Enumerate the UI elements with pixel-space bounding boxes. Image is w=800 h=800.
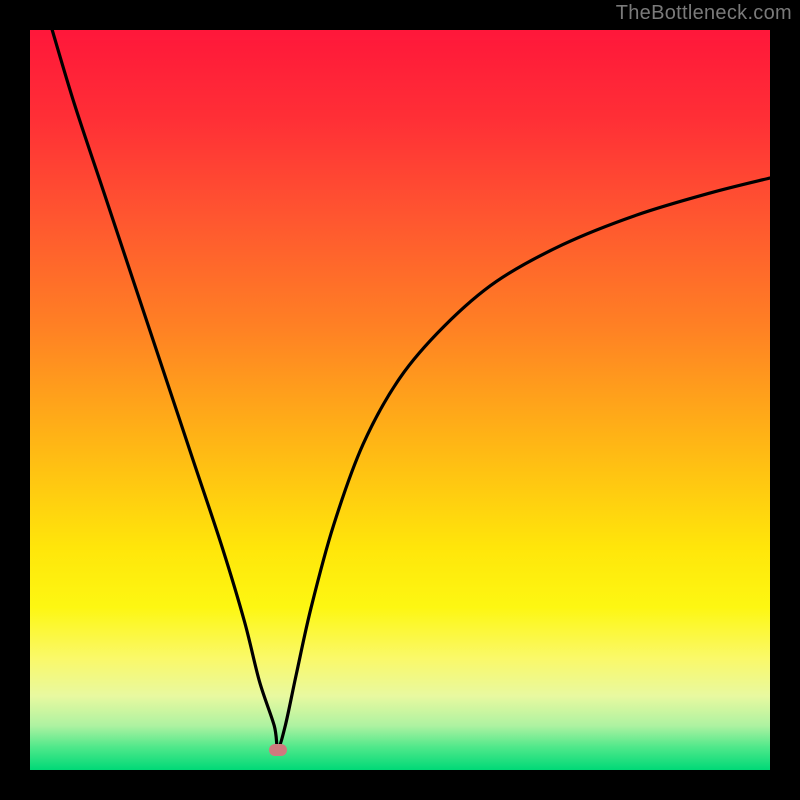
- plot-area: [30, 30, 770, 770]
- watermark-label: TheBottleneck.com: [616, 2, 792, 25]
- optimal-marker: [269, 744, 287, 756]
- bottleneck-curve: [30, 30, 770, 770]
